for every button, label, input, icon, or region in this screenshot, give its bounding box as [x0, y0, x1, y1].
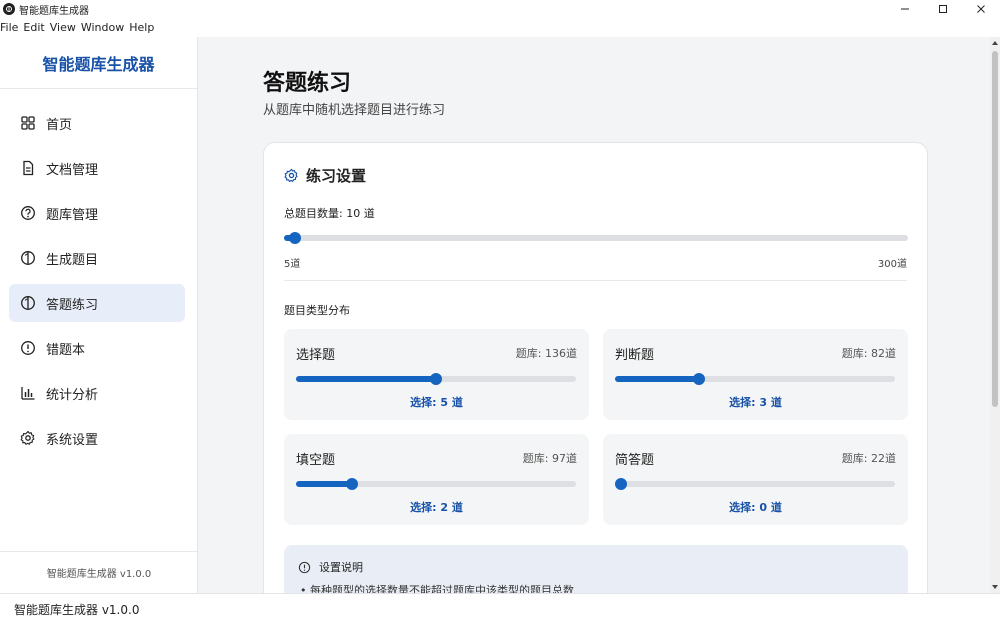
card-header: 练习设置	[284, 165, 366, 186]
type-slider[interactable]	[615, 478, 895, 490]
type-selected-count: 选择: 0 道	[729, 501, 782, 514]
sidebar-item-label: 文档管理	[46, 162, 99, 178]
menu-view[interactable]: View	[50, 21, 81, 34]
info-icon	[298, 561, 311, 573]
type-selected-count: 选择: 3 道	[729, 396, 782, 409]
distribution-label: 题目类型分布	[284, 304, 350, 317]
status-text: 智能题库生成器 v1.0.0	[14, 603, 140, 617]
alert-circle-icon	[21, 341, 35, 355]
minimize-icon	[901, 8, 909, 10]
type-selected-count: 选择: 2 道	[410, 501, 463, 514]
menu-file[interactable]: File	[0, 21, 23, 34]
sidebar: 智能题库生成器 首页 文档管理 题库管理 生成题目 答题练习 错题本 统计分析	[0, 37, 198, 593]
sidebar-item-label: 系统设置	[46, 432, 99, 448]
slider-thumb[interactable]	[615, 478, 627, 490]
menu-help[interactable]: Help	[129, 21, 159, 34]
close-button[interactable]	[962, 0, 1000, 18]
slider-thumb[interactable]	[288, 232, 301, 244]
sidebar-item-home[interactable]: 首页	[9, 104, 185, 142]
page-title: 答题练习	[263, 71, 352, 96]
type-bank-count: 题库: 82道	[841, 347, 896, 360]
total-min-label: 5道	[284, 259, 301, 270]
menu-window[interactable]: Window	[81, 21, 129, 34]
close-icon	[977, 5, 985, 13]
slider-thumb[interactable]	[693, 373, 705, 385]
note-title-label: 设置说明	[319, 561, 363, 574]
sidebar-nav: 首页 文档管理 题库管理 生成题目 答题练习 错题本 统计分析 系统设置	[0, 89, 197, 457]
sidebar-item-statistics[interactable]: 统计分析	[9, 374, 185, 412]
main-content: 答题练习 从题库中随机选择题目进行练习 练习设置 总题目数量: 10 道 5道 …	[199, 37, 990, 593]
type-bank-count: 题库: 97道	[522, 452, 577, 465]
sidebar-item-label: 题库管理	[46, 207, 99, 223]
sidebar-item-generate[interactable]: 生成题目	[9, 239, 185, 277]
menu-edit[interactable]: Edit	[23, 21, 49, 34]
type-box-fill-blank: 填空题 题库: 97道 选择: 2 道	[284, 434, 589, 525]
main-scrollbar[interactable]	[990, 37, 1000, 593]
type-name: 判断题	[615, 348, 655, 363]
card-title: 练习设置	[306, 167, 367, 185]
note-title: 设置说明	[298, 559, 363, 575]
type-slider[interactable]	[296, 373, 576, 385]
slider-thumb[interactable]	[346, 478, 358, 490]
settings-note: 设置说明 • 每种题型的选择数量不能超过题库中该类型的题目总数	[284, 545, 908, 593]
bar-chart-icon	[21, 387, 35, 400]
grid-icon	[21, 116, 35, 130]
app-logo-icon	[3, 3, 15, 15]
maximize-button[interactable]	[924, 0, 962, 18]
type-box-true-false: 判断题 题库: 82道 选择: 3 道	[603, 329, 908, 420]
sidebar-version: 智能题库生成器 v1.0.0	[0, 551, 198, 593]
gear-icon	[284, 168, 298, 182]
type-slider[interactable]	[296, 478, 576, 490]
minimize-button[interactable]	[886, 0, 924, 18]
slider-fill	[296, 376, 436, 382]
total-count-slider[interactable]	[284, 232, 908, 244]
slider-fill	[615, 376, 699, 382]
sidebar-item-label: 答题练习	[46, 297, 99, 313]
maximize-icon	[939, 5, 947, 13]
sidebar-item-question-bank[interactable]: 题库管理	[9, 194, 185, 232]
type-slider[interactable]	[615, 373, 895, 385]
type-name: 简答题	[615, 453, 655, 468]
note-item: • 每种题型的选择数量不能超过题库中该类型的题目总数	[300, 584, 574, 593]
menu-bar: File Edit View Window Help	[0, 18, 1000, 37]
sidebar-item-label: 错题本	[46, 342, 86, 358]
sidebar-item-settings[interactable]: 系统设置	[9, 419, 185, 457]
lightbulb-icon	[21, 251, 35, 265]
gear-icon	[20, 430, 35, 445]
help-circle-icon	[21, 206, 35, 220]
divider	[284, 280, 907, 281]
total-count-label: 总题目数量: 10 道	[284, 207, 375, 220]
sidebar-item-label: 生成题目	[46, 252, 99, 268]
sidebar-item-mistakes[interactable]: 错题本	[9, 329, 185, 367]
type-bank-count: 题库: 22道	[841, 452, 896, 465]
scroll-up-icon[interactable]	[992, 41, 998, 45]
window-title: 智能题库生成器	[19, 5, 89, 17]
sidebar-item-label: 统计分析	[46, 387, 99, 403]
scrollbar-thumb[interactable]	[992, 51, 998, 407]
type-box-short-answer: 简答题 题库: 22道 选择: 0 道	[603, 434, 908, 525]
type-name: 填空题	[296, 453, 336, 468]
scroll-down-icon[interactable]	[992, 585, 998, 589]
document-icon	[23, 160, 34, 176]
type-selected-count: 选择: 5 道	[410, 396, 463, 409]
sidebar-item-documents[interactable]: 文档管理	[9, 149, 185, 187]
total-max-label: 300道	[877, 259, 907, 270]
lightbulb-icon	[21, 296, 35, 310]
sidebar-item-label: 首页	[46, 117, 73, 133]
status-bar: 智能题库生成器 v1.0.0	[0, 593, 1000, 625]
type-bank-count: 题库: 136道	[515, 347, 577, 360]
title-bar: 智能题库生成器	[0, 0, 1000, 18]
page-subtitle: 从题库中随机选择题目进行练习	[263, 103, 446, 118]
practice-settings-card: 练习设置 总题目数量: 10 道 5道 300道 题目类型分布 选择题 题库: …	[263, 142, 928, 593]
sidebar-item-practice[interactable]: 答题练习	[9, 284, 185, 322]
slider-fill	[296, 481, 352, 487]
slider-thumb[interactable]	[430, 373, 442, 385]
type-box-choice: 选择题 题库: 136道 选择: 5 道	[284, 329, 589, 420]
type-name: 选择题	[296, 348, 336, 363]
sidebar-brand: 智能题库生成器	[0, 37, 197, 89]
